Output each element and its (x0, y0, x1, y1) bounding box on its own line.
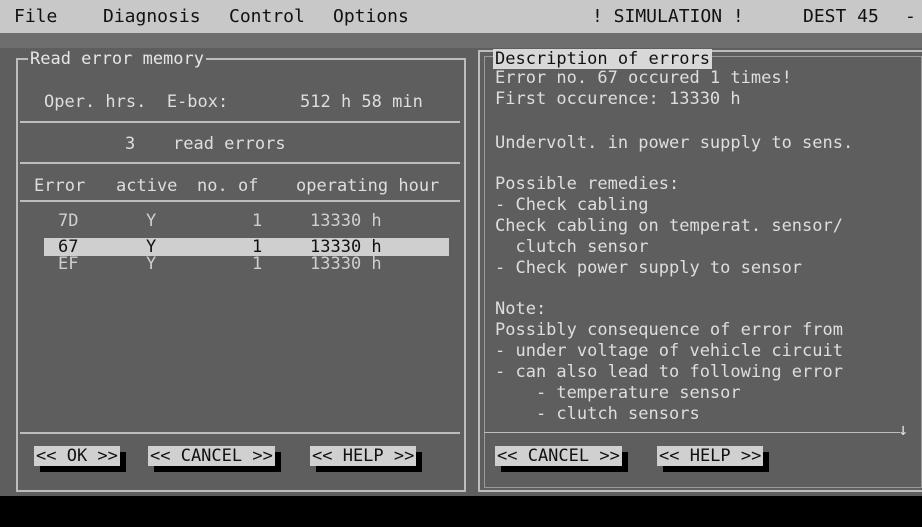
description-line: Error no. 67 occured 1 times! (495, 68, 792, 88)
row-count: 1 (252, 254, 263, 274)
description-line: Undervolt. in power supply to sens. (495, 133, 854, 153)
description-line: clutch sensor (495, 237, 649, 257)
col-hours: operating hour (296, 176, 440, 196)
description-line: Possibly consequence of error from (495, 320, 843, 340)
cancel-button-right[interactable]: << CANCEL >> (495, 446, 622, 466)
col-count: no. of (197, 176, 259, 196)
menu-bar: File Diagnosis Control Options ! SIMULAT… (0, 0, 922, 33)
oper-hours-value: 512 h 58 min (300, 92, 423, 112)
device-name: DEST 45 (803, 6, 879, 27)
col-active: active (116, 176, 178, 196)
row-count: 1 (252, 211, 263, 231)
divider (20, 200, 460, 202)
scroll-down-icon[interactable]: ↓ (898, 420, 908, 440)
menu-file[interactable]: File (14, 6, 57, 27)
menu-shadow (0, 33, 922, 48)
description-line: First occurence: 13330 h (495, 89, 741, 109)
row-active: Y (146, 254, 157, 274)
description-line: Check cabling on temperat. sensor/ (495, 216, 843, 236)
simulation-status: ! SIMULATION ! (592, 6, 744, 27)
description-line: - temperature sensor (495, 383, 741, 403)
row-code: 7D (58, 211, 79, 231)
cancel-button[interactable]: << CANCEL >> (148, 446, 275, 466)
read-count-label: read errors (173, 134, 286, 154)
description-line: Possible remedies: (495, 174, 680, 194)
read-error-panel (16, 58, 466, 492)
menu-extra: - (905, 6, 916, 27)
description-title: Description of errors (493, 49, 712, 69)
description-line: - Check power supply to sensor (495, 258, 803, 278)
help-button[interactable]: << HELP >> (310, 446, 417, 466)
row-selection-bar (44, 238, 449, 256)
row-hours: 13330 h (310, 211, 382, 231)
read-error-title: Read error memory (28, 49, 206, 69)
description-line: - under voltage of vehicle circuit (495, 341, 843, 361)
row-code: EF (58, 254, 79, 274)
bottom-bar (0, 496, 922, 527)
menu-diagnosis[interactable]: Diagnosis (103, 6, 201, 27)
menu-control[interactable]: Control (229, 6, 305, 27)
help-button-right[interactable]: << HELP >> (657, 446, 764, 466)
main-screen: Read error memory Oper. hrs. E-box: 512 … (0, 48, 922, 496)
menu-options[interactable]: Options (333, 6, 409, 27)
col-error: Error (34, 176, 86, 196)
description-line: - can also lead to following error (495, 362, 843, 382)
ok-button[interactable]: << OK >> (34, 446, 120, 466)
oper-hours-label: Oper. hrs. E-box: (44, 92, 229, 112)
description-line: - clutch sensors (495, 404, 700, 424)
divider (20, 162, 460, 164)
divider (20, 121, 460, 123)
row-hours: 13330 h (310, 254, 382, 274)
description-line: Note: (495, 299, 547, 319)
row-active: Y (146, 211, 157, 231)
read-count: 3 (125, 134, 136, 154)
divider (20, 432, 460, 434)
description-line: - Check cabling (495, 195, 649, 215)
divider (484, 432, 900, 433)
